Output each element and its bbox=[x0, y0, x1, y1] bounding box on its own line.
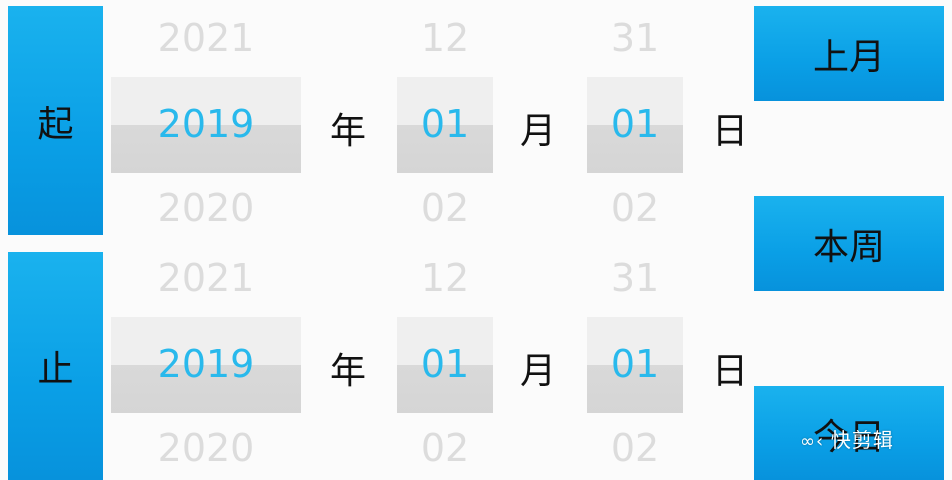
end-year-current[interactable]: 2019 bbox=[111, 342, 301, 386]
end-day-prev[interactable]: 31 bbox=[587, 256, 683, 300]
watermark: ∞‹ 快剪辑 bbox=[800, 424, 894, 453]
start-month-next[interactable]: 02 bbox=[397, 186, 493, 230]
start-month-prev[interactable]: 12 bbox=[397, 16, 493, 60]
end-year-next[interactable]: 2020 bbox=[111, 426, 301, 470]
end-day-next[interactable]: 02 bbox=[587, 426, 683, 470]
start-year-current[interactable]: 2019 bbox=[111, 102, 301, 146]
end-day-picker[interactable]: 31 01 02 bbox=[587, 240, 683, 472]
last-month-button[interactable]: 上月 bbox=[754, 6, 944, 101]
watermark-logo-icon: ∞‹ bbox=[800, 431, 831, 452]
end-year-prev[interactable]: 2021 bbox=[111, 256, 301, 300]
start-day-current[interactable]: 01 bbox=[587, 102, 683, 146]
this-week-label: 本周 bbox=[812, 226, 885, 268]
start-year-next[interactable]: 2020 bbox=[111, 186, 301, 230]
end-month-prev[interactable]: 12 bbox=[397, 256, 493, 300]
start-month-unit: 月 bbox=[519, 111, 556, 152]
start-label: 起 bbox=[37, 103, 74, 145]
end-month-next[interactable]: 02 bbox=[397, 426, 493, 470]
start-month-picker[interactable]: 12 01 02 bbox=[397, 0, 493, 232]
end-day-current[interactable]: 01 bbox=[587, 342, 683, 386]
end-day-unit: 日 bbox=[711, 351, 748, 392]
watermark-text: 快剪辑 bbox=[830, 428, 894, 452]
start-year-picker[interactable]: 2021 2019 2020 bbox=[111, 0, 301, 232]
start-day-next[interactable]: 02 bbox=[587, 186, 683, 230]
this-week-button[interactable]: 本周 bbox=[754, 196, 944, 291]
end-label: 止 bbox=[37, 349, 74, 390]
end-year-unit: 年 bbox=[329, 351, 366, 392]
end-label-button[interactable]: 止 bbox=[8, 252, 103, 480]
last-month-label: 上月 bbox=[812, 36, 885, 78]
start-day-prev[interactable]: 31 bbox=[587, 16, 683, 60]
end-month-picker[interactable]: 12 01 02 bbox=[397, 240, 493, 472]
start-day-picker[interactable]: 31 01 02 bbox=[587, 0, 683, 232]
start-month-current[interactable]: 01 bbox=[397, 102, 493, 146]
start-label-button[interactable]: 起 bbox=[8, 6, 103, 235]
start-year-prev[interactable]: 2021 bbox=[111, 16, 301, 60]
end-month-current[interactable]: 01 bbox=[397, 342, 493, 386]
start-day-unit: 日 bbox=[711, 111, 748, 152]
end-month-unit: 月 bbox=[519, 351, 556, 392]
end-year-picker[interactable]: 2021 2019 2020 bbox=[111, 240, 301, 472]
start-year-unit: 年 bbox=[329, 111, 366, 152]
